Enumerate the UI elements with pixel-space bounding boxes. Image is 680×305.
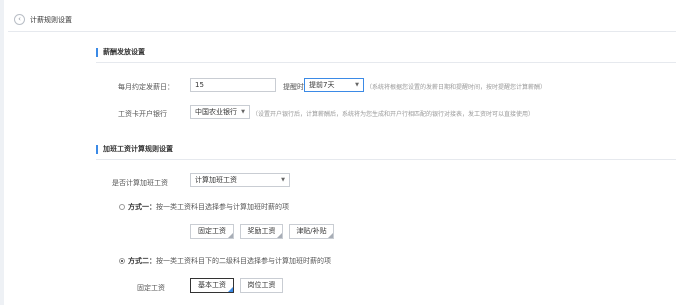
method2-radio[interactable] [119, 258, 125, 264]
payday-label: 每月约定发薪日： [118, 83, 174, 91]
section-title-overtime: 加班工资计算规则设置 [96, 145, 173, 154]
chip-label: 基本工资 [198, 281, 226, 289]
bank-hint: （设置开户银行后，计算薪酬后，系统将为您生成和开户行相匹配的银行对接表，发工资时… [252, 111, 535, 118]
method2-text: 按一类工资科目下的二级科目选择参与计算加班时薪的项 [156, 257, 331, 265]
page-title: 计薪规则设置 [30, 16, 72, 24]
page: ‹ 计薪规则设置 薪酬发放设置 每月约定发薪日： 15 提醒时间 提前7天 ▼ … [0, 0, 680, 305]
corner-mark-icon [277, 233, 282, 238]
chevron-left-icon[interactable]: ‹ [14, 14, 25, 25]
method2-prefix: 方式二： [128, 257, 156, 265]
chip-label: 固定工资 [198, 227, 226, 235]
chip-label: 岗位工资 [247, 281, 276, 289]
chip-bonus-salary[interactable]: 奖励工资 [240, 224, 283, 239]
method1-option[interactable]: 方式一：按一类工资科目选择参与计算加班时薪的项 [119, 202, 289, 212]
bank-select[interactable]: 中国农业银行 ▼ [190, 105, 250, 119]
section-title-salary: 薪酬发放设置 [96, 48, 145, 57]
chip-allowance[interactable]: 津贴/补贴 [289, 224, 334, 239]
chip-label: 奖励工资 [247, 227, 276, 235]
method1-text: 按一类工资科目选择参与计算加班时薪的项 [156, 203, 289, 211]
section-divider [96, 159, 676, 160]
fixed-salary-group-label: 固定工资 [137, 284, 165, 292]
chip-position-salary[interactable]: 岗位工资 [240, 278, 283, 293]
overtime-calc-value: 计算加班工资 [195, 176, 237, 184]
chip-label: 津贴/补贴 [296, 227, 327, 235]
caret-down-icon: ▼ [355, 82, 359, 88]
method1-radio[interactable] [119, 204, 125, 210]
overtime-calc-label: 是否计算加班工资 [112, 179, 168, 187]
top-bar: ‹ 计薪规则设置 [8, 12, 676, 32]
corner-mark-icon [228, 287, 233, 292]
payday-input[interactable]: 15 [190, 78, 276, 92]
corner-mark-icon [328, 233, 333, 238]
chip-base-salary[interactable]: 基本工资 [190, 278, 234, 293]
reminder-select-value: 提前7天 [309, 81, 335, 89]
overtime-calc-select[interactable]: 计算加班工资 ▼ [190, 173, 290, 187]
method1-prefix: 方式一： [128, 203, 156, 211]
caret-down-icon: ▼ [241, 109, 245, 115]
reminder-hint: （系统将根据您设置的发薪日期和提醒时间，按时提醒您计算薪酬） [366, 84, 547, 91]
section-divider [96, 62, 676, 63]
caret-down-icon: ▼ [281, 177, 285, 183]
chip-fixed-salary[interactable]: 固定工资 [190, 224, 234, 239]
bank-select-value: 中国农业银行 [195, 108, 237, 116]
corner-mark-icon [228, 233, 233, 238]
bank-label: 工资卡开户银行 [118, 110, 167, 118]
method2-option[interactable]: 方式二：按一类工资科目下的二级科目选择参与计算加班时薪的项 [119, 256, 331, 266]
reminder-select[interactable]: 提前7天 ▼ [304, 78, 364, 92]
